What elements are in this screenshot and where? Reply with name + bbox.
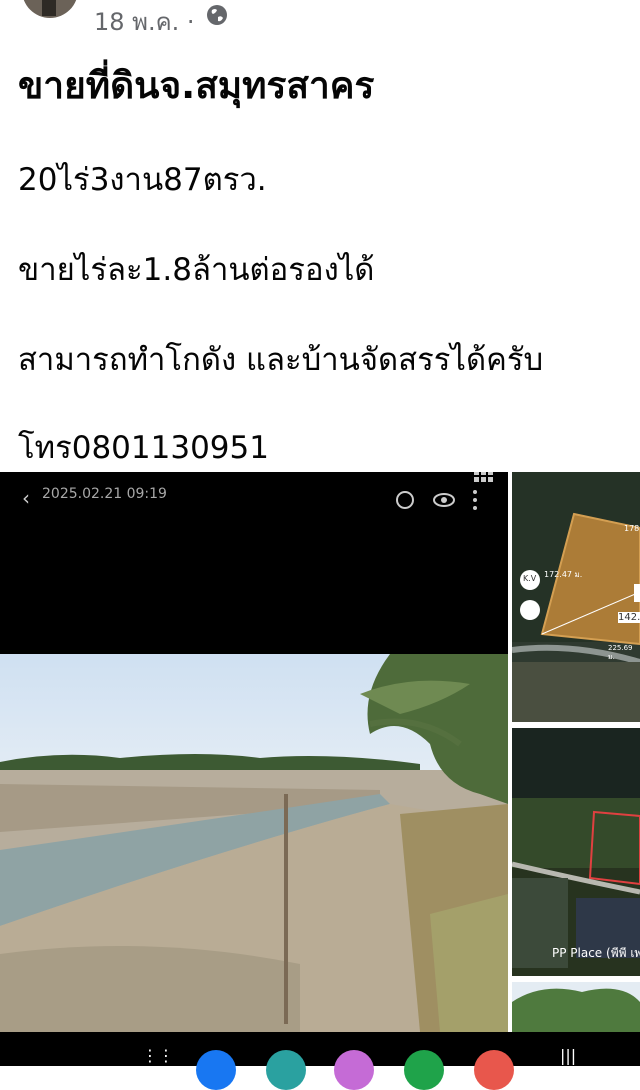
photo-grid: ‹ 2025.02.21 09:19 K.V 172.47 ม. 178 142… <box>0 472 640 1032</box>
main-photo[interactable]: ‹ 2025.02.21 09:19 <box>0 472 508 1032</box>
post-line-area: 20ไร่3งาน87ตรว. <box>18 162 267 198</box>
bottom-taskbar: ⋮⋮ ||| <box>0 1032 640 1090</box>
satellite-map-1 <box>512 472 640 722</box>
post-header: 18 พ.ค. · <box>0 0 640 40</box>
post-line-phone: โทร0801130951 <box>18 430 269 466</box>
palm-photo <box>512 982 640 1032</box>
post-line-usage: สามารถทำโกดัง และบ้านจัดสรรได้ครับ <box>18 342 544 378</box>
recent-apps-icon[interactable]: ||| <box>560 1046 576 1065</box>
photo-4[interactable] <box>512 982 640 1032</box>
messenger-icon[interactable] <box>196 1050 236 1090</box>
eye-icon <box>433 493 455 507</box>
map-label: 142.6 <box>618 612 640 623</box>
screenshot-header: ‹ 2025.02.21 09:19 <box>0 472 508 654</box>
camera-icon[interactable] <box>334 1050 374 1090</box>
globe-icon <box>206 4 228 26</box>
share-icon <box>396 491 414 509</box>
post-date[interactable]: 18 พ.ค. · <box>94 2 195 41</box>
post-title: ขายที่ดินจ.สมุทรสาคร <box>18 64 375 107</box>
app-icon[interactable] <box>266 1050 306 1090</box>
land-photo <box>0 654 508 1032</box>
map-label: 178. <box>624 524 640 533</box>
post-line-price: ขายไร่ละ1.8ล้านต่อรองได้ <box>18 252 375 288</box>
grid-icon <box>474 472 493 482</box>
map-photo-2[interactable]: PP Place (พีพี เพ <box>512 728 640 976</box>
map-photo-1[interactable]: K.V 172.47 ม. 178. 142.6 225.69 ม. <box>512 472 640 722</box>
phone-icon[interactable] <box>404 1050 444 1090</box>
map-label: 225.69 ม. <box>608 644 633 661</box>
satellite-map-2 <box>512 728 640 976</box>
map-label: 172.47 ม. <box>544 570 583 579</box>
chevron-left-icon: ‹ <box>22 486 30 510</box>
avatar[interactable] <box>22 0 78 18</box>
app-icon[interactable] <box>474 1050 514 1090</box>
apps-icon[interactable]: ⋮⋮ <box>142 1046 174 1065</box>
kv-button[interactable]: K.V <box>523 574 536 583</box>
place-label: PP Place (พีพี เพ <box>552 946 640 960</box>
more-vertical-icon <box>473 490 477 510</box>
photo-timestamp: 2025.02.21 09:19 <box>42 486 167 502</box>
